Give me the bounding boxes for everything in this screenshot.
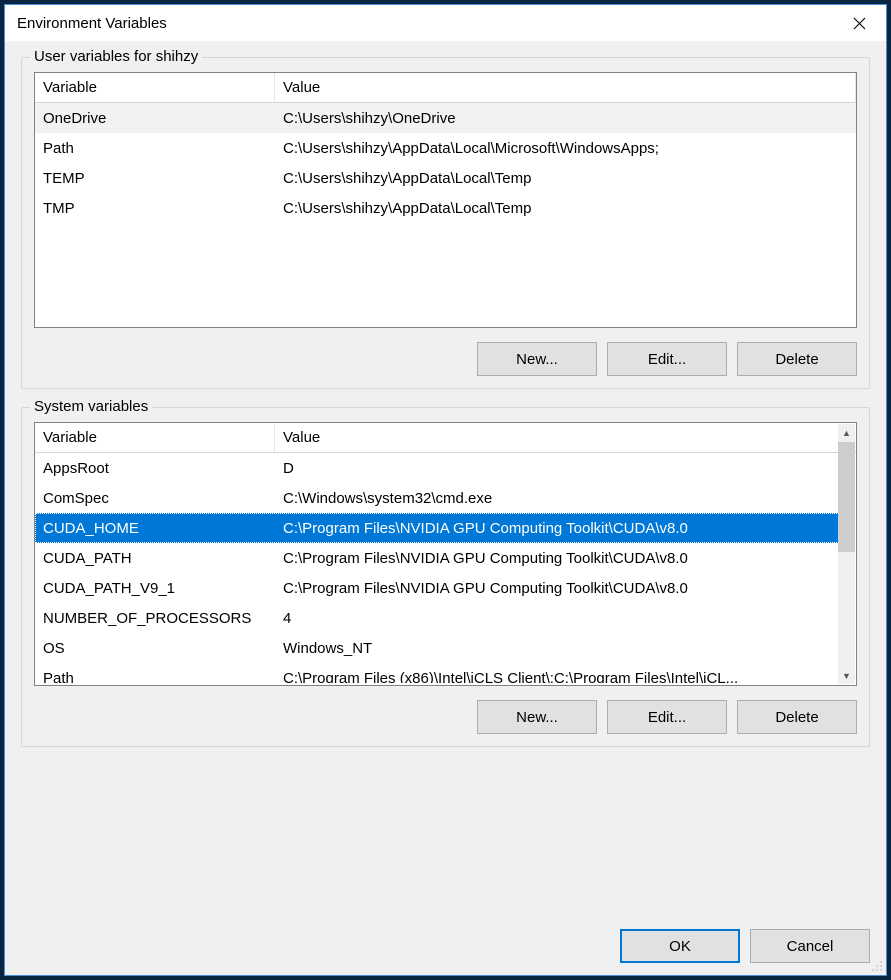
- cancel-button[interactable]: Cancel: [750, 929, 870, 963]
- system-new-button[interactable]: New...: [477, 700, 597, 734]
- environment-variables-dialog: Environment Variables User variables for…: [4, 4, 887, 976]
- column-variable[interactable]: Variable: [35, 73, 275, 102]
- list-body: AppsRootDComSpecC:\Windows\system32\cmd.…: [35, 453, 856, 683]
- cell-variable: OneDrive: [35, 110, 275, 127]
- list-header: Variable Value: [35, 423, 856, 453]
- list-header: Variable Value: [35, 73, 856, 103]
- user-variables-list[interactable]: Variable Value OneDriveC:\Users\shihzy\O…: [34, 72, 857, 328]
- system-buttons: New... Edit... Delete: [34, 700, 857, 734]
- system-variables-label: System variables: [30, 398, 152, 415]
- table-row[interactable]: TEMPC:\Users\shihzy\AppData\Local\Temp: [35, 163, 856, 193]
- scrollbar[interactable]: ▲ ▼: [838, 424, 855, 684]
- cell-value: C:\Users\shihzy\AppData\Local\Temp: [275, 170, 856, 187]
- cell-variable: CUDA_PATH: [35, 550, 275, 567]
- dialog-buttons: OK Cancel: [21, 919, 870, 963]
- close-icon: [853, 17, 866, 30]
- cell-variable: AppsRoot: [35, 460, 275, 477]
- dialog-content: User variables for shihzy Variable Value…: [5, 41, 886, 975]
- scroll-up-icon[interactable]: ▲: [838, 424, 855, 441]
- column-variable[interactable]: Variable: [35, 423, 275, 452]
- cell-value: 4: [275, 610, 839, 627]
- table-row[interactable]: CUDA_HOMEC:\Program Files\NVIDIA GPU Com…: [35, 513, 839, 543]
- table-row[interactable]: TMPC:\Users\shihzy\AppData\Local\Temp: [35, 193, 856, 223]
- user-variables-label: User variables for shihzy: [30, 48, 202, 65]
- user-delete-button[interactable]: Delete: [737, 342, 857, 376]
- cell-variable: Path: [35, 670, 275, 684]
- cell-value: C:\Users\shihzy\AppData\Local\Temp: [275, 200, 856, 217]
- resize-grip-icon[interactable]: [869, 958, 883, 972]
- table-row[interactable]: PathC:\Users\shihzy\AppData\Local\Micros…: [35, 133, 856, 163]
- titlebar: Environment Variables: [5, 5, 886, 41]
- cell-value: C:\Program Files\NVIDIA GPU Computing To…: [275, 580, 839, 597]
- cell-value: C:\Program Files\NVIDIA GPU Computing To…: [275, 550, 839, 567]
- system-delete-button[interactable]: Delete: [737, 700, 857, 734]
- cell-value: C:\Program Files\NVIDIA GPU Computing To…: [275, 520, 839, 537]
- cell-variable: OS: [35, 640, 275, 657]
- cell-value: C:\Windows\system32\cmd.exe: [275, 490, 839, 507]
- cell-variable: TMP: [35, 200, 275, 217]
- user-buttons: New... Edit... Delete: [34, 342, 857, 376]
- cell-variable: NUMBER_OF_PROCESSORS: [35, 610, 275, 627]
- cell-value: C:\Program Files (x86)\Intel\iCLS Client…: [275, 670, 839, 684]
- table-row[interactable]: PathC:\Program Files (x86)\Intel\iCLS Cl…: [35, 663, 839, 683]
- user-variables-group: User variables for shihzy Variable Value…: [21, 57, 870, 389]
- cell-variable: Path: [35, 140, 275, 157]
- system-variables-group: System variables Variable Value AppsRoot…: [21, 407, 870, 747]
- window-title: Environment Variables: [17, 15, 167, 32]
- system-variables-list[interactable]: Variable Value AppsRootDComSpecC:\Window…: [34, 422, 857, 686]
- table-row[interactable]: CUDA_PATH_V9_1C:\Program Files\NVIDIA GP…: [35, 573, 839, 603]
- system-edit-button[interactable]: Edit...: [607, 700, 727, 734]
- cell-variable: CUDA_PATH_V9_1: [35, 580, 275, 597]
- table-row[interactable]: OneDriveC:\Users\shihzy\OneDrive: [35, 103, 856, 133]
- column-value[interactable]: Value: [275, 73, 856, 102]
- list-body: OneDriveC:\Users\shihzy\OneDrivePathC:\U…: [35, 103, 856, 223]
- table-row[interactable]: CUDA_PATHC:\Program Files\NVIDIA GPU Com…: [35, 543, 839, 573]
- table-row[interactable]: NUMBER_OF_PROCESSORS4: [35, 603, 839, 633]
- table-row[interactable]: AppsRootD: [35, 453, 839, 483]
- cell-variable: ComSpec: [35, 490, 275, 507]
- scroll-down-icon[interactable]: ▼: [838, 667, 855, 684]
- cell-value: C:\Users\shihzy\AppData\Local\Microsoft\…: [275, 140, 856, 157]
- close-button[interactable]: [838, 8, 880, 38]
- column-value[interactable]: Value: [275, 423, 839, 452]
- user-edit-button[interactable]: Edit...: [607, 342, 727, 376]
- cell-value: D: [275, 460, 839, 477]
- user-new-button[interactable]: New...: [477, 342, 597, 376]
- table-row[interactable]: OSWindows_NT: [35, 633, 839, 663]
- cell-value: Windows_NT: [275, 640, 839, 657]
- ok-button[interactable]: OK: [620, 929, 740, 963]
- cell-variable: CUDA_HOME: [35, 520, 275, 537]
- cell-variable: TEMP: [35, 170, 275, 187]
- scroll-thumb[interactable]: [838, 442, 855, 552]
- cell-value: C:\Users\shihzy\OneDrive: [275, 110, 856, 127]
- table-row[interactable]: ComSpecC:\Windows\system32\cmd.exe: [35, 483, 839, 513]
